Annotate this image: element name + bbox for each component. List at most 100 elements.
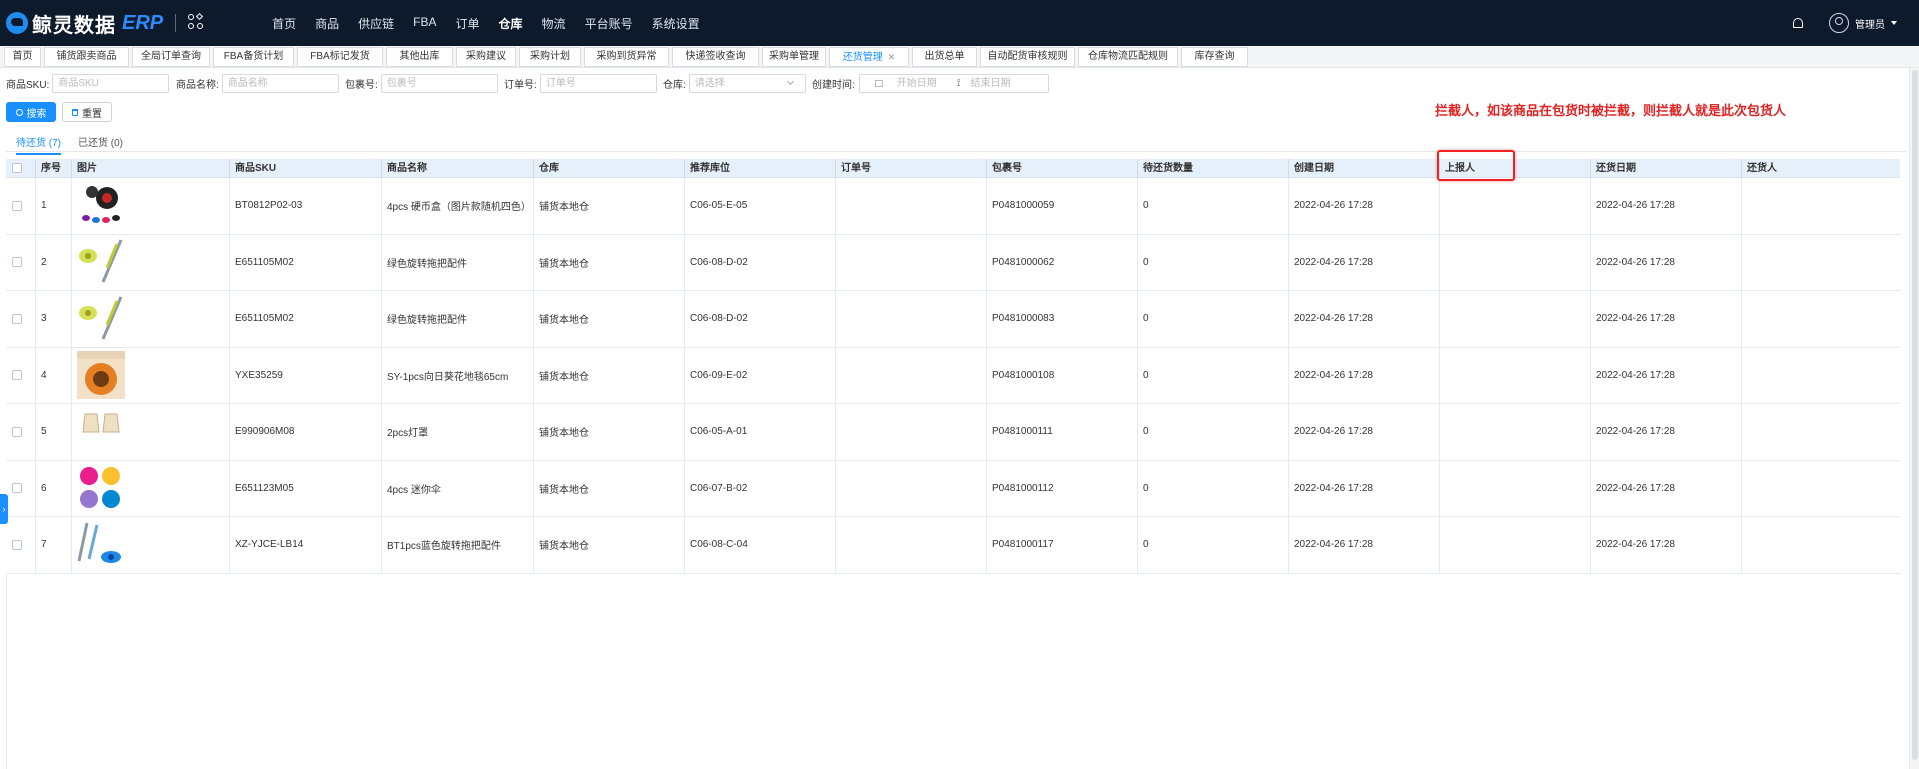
tab-label: 采购计划 (530, 51, 570, 62)
select-all-checkbox-cell (6, 159, 36, 177)
brand-logo[interactable]: 鲸灵数据 ERP (6, 9, 163, 38)
nav-item[interactable]: FBA (413, 15, 436, 32)
row-checkbox[interactable] (12, 200, 22, 211)
chevron-down-icon[interactable] (1891, 21, 1897, 25)
nav-item[interactable]: 平台账号 (585, 15, 633, 32)
tab-returned[interactable]: 已还货 (0) (78, 134, 123, 153)
table-row[interactable]: 5 E990906M08 2pcs灯罩 铺货本地仓 C06-05-A-01 P048100… (6, 404, 1900, 461)
tab-item[interactable]: FBA标记发货 (297, 47, 383, 67)
row-checkbox[interactable] (12, 257, 22, 268)
tab-label: 采购到货异常 (596, 51, 657, 62)
whale-logo-icon (6, 12, 28, 34)
table-row[interactable]: 7 XZ-YJCE-LB14 BT1pcs蓝色旋转拖把配件 铺货本地仓 C06-08-C… (6, 517, 1900, 574)
tab-label: 其他出库 (399, 51, 440, 62)
avatar[interactable] (1829, 13, 1849, 33)
tab-label: 快递签收查询 (685, 51, 746, 62)
nav-item[interactable]: 系统设置 (652, 15, 700, 32)
table-row[interactable]: 4 YXE35259 SY-1pcs向日葵花地毯65cm 铺货本地仓 C06-09-E-… (6, 347, 1900, 404)
bell-icon[interactable] (1793, 18, 1803, 28)
column-header: 待还货数量 (1138, 159, 1289, 177)
package-label: 包裹号: (345, 79, 378, 91)
product-image[interactable] (77, 182, 125, 230)
name-input[interactable]: 商品名称 (221, 73, 339, 93)
product-image[interactable] (77, 464, 125, 512)
close-icon[interactable]: ✕ (888, 52, 896, 62)
product-image[interactable] (77, 351, 125, 400)
tab-item[interactable]: 采购单管理 (762, 47, 826, 67)
cell-cdate: 2022-04-26 17:28 (1289, 517, 1440, 573)
table-row[interactable]: 2 E651105M02 绿色旋转拖把配件 铺货本地仓 C06-08-D-02 P0481… (6, 234, 1900, 291)
start-date-placeholder[interactable]: 开始日期 (897, 75, 937, 92)
tab-item[interactable]: 首页 (4, 47, 41, 67)
table-row[interactable]: 6 E651123M05 4pcs 迷你伞 铺货本地仓 C06-07-B-02 P0481… (6, 460, 1900, 517)
tab-item[interactable]: FBA备货计划 (213, 47, 294, 67)
row-checkbox[interactable] (12, 539, 22, 550)
product-image[interactable] (77, 408, 125, 456)
row-checkbox[interactable] (12, 313, 22, 324)
apps-grid-icon[interactable] (188, 12, 206, 32)
cell-sku: YXE35259 (230, 347, 382, 403)
user-name[interactable]: 管理员 (1855, 16, 1885, 31)
cell-reporter (1440, 347, 1591, 403)
table-row[interactable]: 3 E651105M02 绿色旋转拖把配件 铺货本地仓 C06-08-D-02 P0481… (6, 291, 1900, 348)
package-input[interactable]: 包裹号 (380, 73, 498, 93)
top-navbar: 鲸灵数据 ERP 首页 商品 供应链 FBA 订单 仓库 物流 平台账号 系统设置 管理员 (0, 0, 1919, 46)
filter-created: 创建时间: 开始日期 ⟟ 结束日期 (812, 73, 1049, 93)
nav-item[interactable]: 供应链 (358, 15, 394, 32)
tab-item[interactable]: 还货管理 ✕ (829, 47, 909, 67)
cell-pkg: P0481000111 (987, 404, 1138, 460)
sku-input[interactable]: 商品SKU (52, 73, 170, 93)
tab-label: 首页 (12, 51, 33, 62)
column-header: 图片 (72, 159, 230, 177)
nav-item[interactable]: 订单 (456, 15, 480, 32)
vertical-scrollbar[interactable] (1909, 68, 1919, 769)
tab-item[interactable]: 自动配货审核规则 (980, 47, 1075, 67)
tab-item[interactable]: 其他出库 (386, 47, 453, 67)
nav-item[interactable]: 商品 (315, 15, 339, 32)
row-checkbox[interactable] (12, 426, 22, 437)
return-table: 序号 图片 商品SKU 商品名称 仓库 推荐库位 订单号 包裹号 待还货数量 创建日期 上报人 还货日… (6, 159, 1900, 574)
nav-item[interactable]: 物流 (542, 15, 566, 32)
row-checkbox[interactable] (12, 483, 22, 494)
date-range-picker[interactable]: 开始日期 ⟟ 结束日期 (858, 73, 1049, 93)
tab-item[interactable]: 快递签收查询 (672, 47, 759, 67)
product-image[interactable] (77, 521, 125, 569)
cell-name: 绿色旋转拖把配件 (382, 234, 534, 290)
select-all-checkbox[interactable] (12, 163, 22, 173)
cell-returner (1742, 235, 1893, 291)
nav-item[interactable]: 仓库 (499, 15, 523, 32)
tab-item[interactable]: 全局订单查询 (132, 47, 210, 67)
tab-item[interactable]: 铺货跟卖商品 (44, 47, 129, 67)
product-image[interactable] (77, 238, 125, 286)
end-date-placeholder[interactable]: 结束日期 (971, 75, 1011, 92)
scrollbar-thumb[interactable] (1912, 70, 1918, 760)
nav-item[interactable]: 首页 (272, 15, 296, 32)
tab-item[interactable]: 采购计划 (519, 47, 581, 67)
cell-cdate: 2022-04-26 17:28 (1289, 291, 1440, 347)
cell-seq: 4 (36, 347, 72, 403)
warehouse-select[interactable]: 请选择 (688, 73, 806, 93)
search-button[interactable]: 搜索 (6, 102, 56, 122)
order-input[interactable]: 订单号 (539, 73, 657, 93)
tab-label: 库存查询 (1194, 51, 1235, 62)
filter-package: 包裹号: 包裹号 (345, 73, 498, 93)
reset-button[interactable]: 重置 (62, 102, 112, 122)
product-image[interactable] (77, 295, 125, 343)
product-image-cell (72, 460, 230, 516)
highlight-box (1437, 150, 1515, 181)
table-row[interactable]: 1 BT0812P02-03 4pcs 硬币盒（图片款随机四色） 铺货本地仓 C06-0… (6, 178, 1900, 235)
cell-loc: C06-05-A-01 (685, 404, 836, 460)
filter-sku: 商品SKU: 商品SKU (6, 73, 170, 93)
tab-item[interactable]: 出货总单 (912, 47, 977, 67)
search-button-label: 搜索 (26, 108, 47, 120)
tab-item[interactable]: 库存查询 (1181, 47, 1248, 67)
row-checkbox-cell (6, 517, 36, 573)
tab-pending[interactable]: 待还货 (7) (16, 134, 61, 155)
tab-item[interactable]: 仓库物流匹配规则 (1078, 47, 1178, 67)
cell-qty: 0 (1138, 404, 1289, 460)
row-checkbox[interactable] (12, 370, 22, 381)
tab-item[interactable]: 采购建议 (456, 47, 516, 67)
tab-label: 采购单管理 (769, 51, 819, 62)
tab-item[interactable]: 采购到货异常 (584, 47, 669, 67)
sidebar-toggle-chevron-icon[interactable]: › (0, 494, 8, 524)
